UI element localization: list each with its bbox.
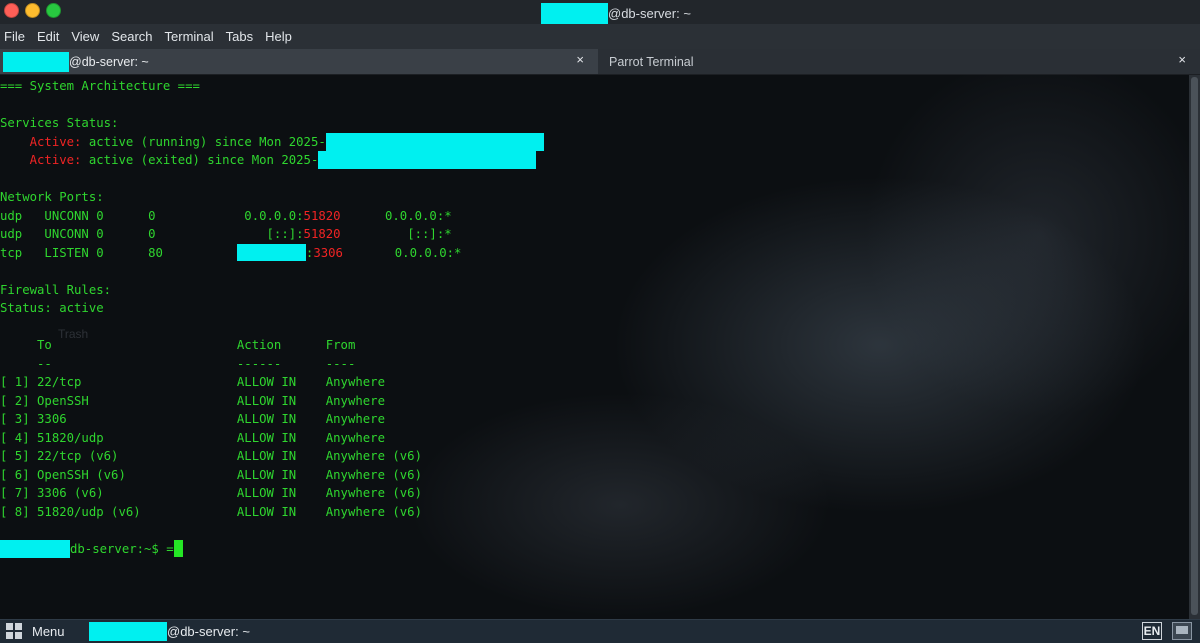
terminal-text: active (exited) since Mon 2025-	[81, 153, 319, 167]
terminal-cursor	[173, 539, 183, 557]
tab-label: @db-server: ~	[69, 54, 149, 69]
terminal-text: tcp LISTEN 0 80	[0, 245, 237, 260]
redacted-username	[3, 51, 69, 72]
redacted-timestamp	[325, 132, 544, 151]
terminal-scrollbar[interactable]	[1189, 75, 1200, 619]
terminal-text: [ 7] 3306 (v6) ALLOW IN Anywhere (v6)	[0, 486, 422, 500]
terminal-text: db-server:~$	[70, 541, 167, 556]
redacted-address	[236, 243, 306, 261]
terminal-text: [ 3] 3306 ALLOW IN Anywhere	[0, 412, 385, 426]
terminal-text: 51820	[303, 208, 341, 223]
terminal-line: Active: active (running) since Mon 2025-	[0, 132, 544, 151]
terminal-text: 3306	[313, 245, 343, 260]
terminal-text: Services Status:	[0, 116, 119, 130]
tab-db-server[interactable]: @db-server: ~ ×	[0, 49, 598, 74]
show-desktop-icon[interactable]	[1172, 622, 1192, 640]
menu-help[interactable]: Help	[260, 29, 299, 44]
keyboard-layout-label: EN	[1143, 624, 1161, 638]
tab-close-icon[interactable]: ×	[576, 52, 584, 67]
tab-bar: @db-server: ~ × Parrot Terminal ×	[0, 49, 1200, 75]
system-tray: EN	[1142, 622, 1192, 640]
menu-view[interactable]: View	[66, 29, 106, 44]
menu-bar: File Edit View Search Terminal Tabs Help	[0, 24, 1200, 49]
redacted-timestamp	[318, 151, 537, 169]
title-bar: @db-server: ~	[0, 0, 1200, 25]
terminal-line: [ 6] OpenSSH (v6) ALLOW IN Anywhere (v6)	[0, 466, 422, 484]
terminal-text: =	[166, 541, 174, 556]
terminal-text: Active:	[29, 134, 82, 149]
terminal-line: Firewall Rules:	[0, 281, 111, 299]
terminal-line: To Action From	[0, 336, 355, 354]
terminal-line: [ 2] OpenSSH ALLOW IN Anywhere	[0, 392, 385, 410]
taskbar: Menu @db-server: ~ EN	[0, 619, 1200, 643]
terminal-line: [ 7] 3306 (v6) ALLOW IN Anywhere (v6)	[0, 484, 422, 502]
window-title-text: @db-server: ~	[608, 5, 691, 21]
redacted-username	[541, 2, 608, 24]
shell-prompt-line: db-server:~$ =	[0, 539, 183, 558]
close-window-button[interactable]	[4, 3, 19, 18]
terminal-line: [ 5] 22/tcp (v6) ALLOW IN Anywhere (v6)	[0, 447, 422, 465]
terminal-line: udp UNCONN 0 0 [::]:51820 [::]:*	[0, 225, 452, 243]
terminal-line: -- ------ ----	[0, 355, 355, 373]
terminal-text: Status: active	[0, 301, 104, 315]
menu-tabs[interactable]: Tabs	[221, 29, 260, 44]
terminal-text: active (running) since Mon 2025-	[81, 134, 326, 149]
terminal-text: [ 5] 22/tcp (v6) ALLOW IN Anywhere (v6)	[0, 449, 422, 463]
terminal-line: [ 4] 51820/udp ALLOW IN Anywhere	[0, 429, 385, 447]
scrollbar-thumb[interactable]	[1191, 77, 1198, 615]
terminal-text: === System Architecture ===	[0, 79, 200, 93]
taskbar-menu-button[interactable]: Menu	[6, 623, 65, 639]
terminal-text: Active:	[29, 153, 82, 167]
menu-search[interactable]: Search	[106, 29, 159, 44]
tab-close-icon[interactable]: ×	[1178, 52, 1186, 67]
taskbar-window-button[interactable]: @db-server: ~	[89, 622, 250, 641]
terminal-line: udp UNCONN 0 0 0.0.0.0:51820 0.0.0.0:*	[0, 207, 452, 225]
terminal-output[interactable]: Trash === System Architecture === Service…	[0, 75, 1189, 619]
menu-file[interactable]: File	[0, 29, 32, 44]
menu-edit[interactable]: Edit	[32, 29, 66, 44]
keyboard-layout-icon[interactable]: EN	[1142, 622, 1162, 640]
terminal-text: 0.0.0.0:*	[342, 245, 462, 260]
terminal-text: 51820	[303, 227, 341, 241]
terminal-line: Active: active (exited) since Mon 2025-	[0, 151, 537, 169]
terminal-text: [ 2] OpenSSH ALLOW IN Anywhere	[0, 393, 385, 408]
menu-label: Menu	[32, 623, 65, 639]
terminal-line: [ 3] 3306 ALLOW IN Anywhere	[0, 410, 385, 428]
menu-terminal[interactable]: Terminal	[160, 29, 221, 44]
window-controls	[4, 3, 61, 18]
terminal-line: Network Ports:	[0, 188, 104, 206]
redacted-username	[89, 622, 167, 641]
taskbar-window-label: @db-server: ~	[167, 624, 250, 639]
terminal-text: udp UNCONN 0 0 0.0.0.0:	[0, 208, 304, 223]
tab-parrot-terminal[interactable]: Parrot Terminal ×	[599, 49, 1200, 74]
terminal-text: [ 6] OpenSSH (v6) ALLOW IN Anywhere (v6)	[0, 467, 422, 482]
terminal-line: [ 1] 22/tcp ALLOW IN Anywhere	[0, 373, 385, 391]
terminal-line: Status: active	[0, 299, 104, 317]
terminal-text: Firewall Rules:	[0, 282, 112, 297]
terminal-text: -- ------ ----	[0, 356, 356, 371]
terminal-text: [ 1] 22/tcp ALLOW IN Anywhere	[0, 375, 385, 389]
terminal-line: [ 8] 51820/udp (v6) ALLOW IN Anywhere (v…	[0, 503, 422, 521]
terminal-window: @db-server: ~ File Edit View Search Term…	[0, 0, 1200, 643]
terminal-text: [::]:*	[340, 227, 452, 241]
minimize-window-button[interactable]	[25, 3, 40, 18]
tab-label: Parrot Terminal	[609, 54, 694, 69]
terminal-line: tcp LISTEN 0 80 :3306 0.0.0.0:*	[0, 243, 462, 262]
window-title: @db-server: ~	[541, 2, 691, 24]
maximize-window-button[interactable]	[46, 3, 61, 18]
terminal-text: [ 4] 51820/udp ALLOW IN Anywhere	[0, 430, 385, 445]
terminal-text: udp UNCONN 0 0 [::]:	[0, 227, 304, 241]
terminal-line: Services Status:	[0, 114, 118, 132]
redacted-username	[0, 539, 70, 558]
terminal-text: To Action From	[0, 338, 356, 352]
terminal-text: Network Ports:	[0, 190, 104, 204]
terminal-text: 0.0.0.0:*	[340, 208, 452, 223]
apps-grid-icon	[6, 623, 22, 639]
terminal-line: === System Architecture ===	[0, 77, 200, 95]
terminal-text: [ 8] 51820/udp (v6) ALLOW IN Anywhere (v…	[0, 504, 422, 519]
